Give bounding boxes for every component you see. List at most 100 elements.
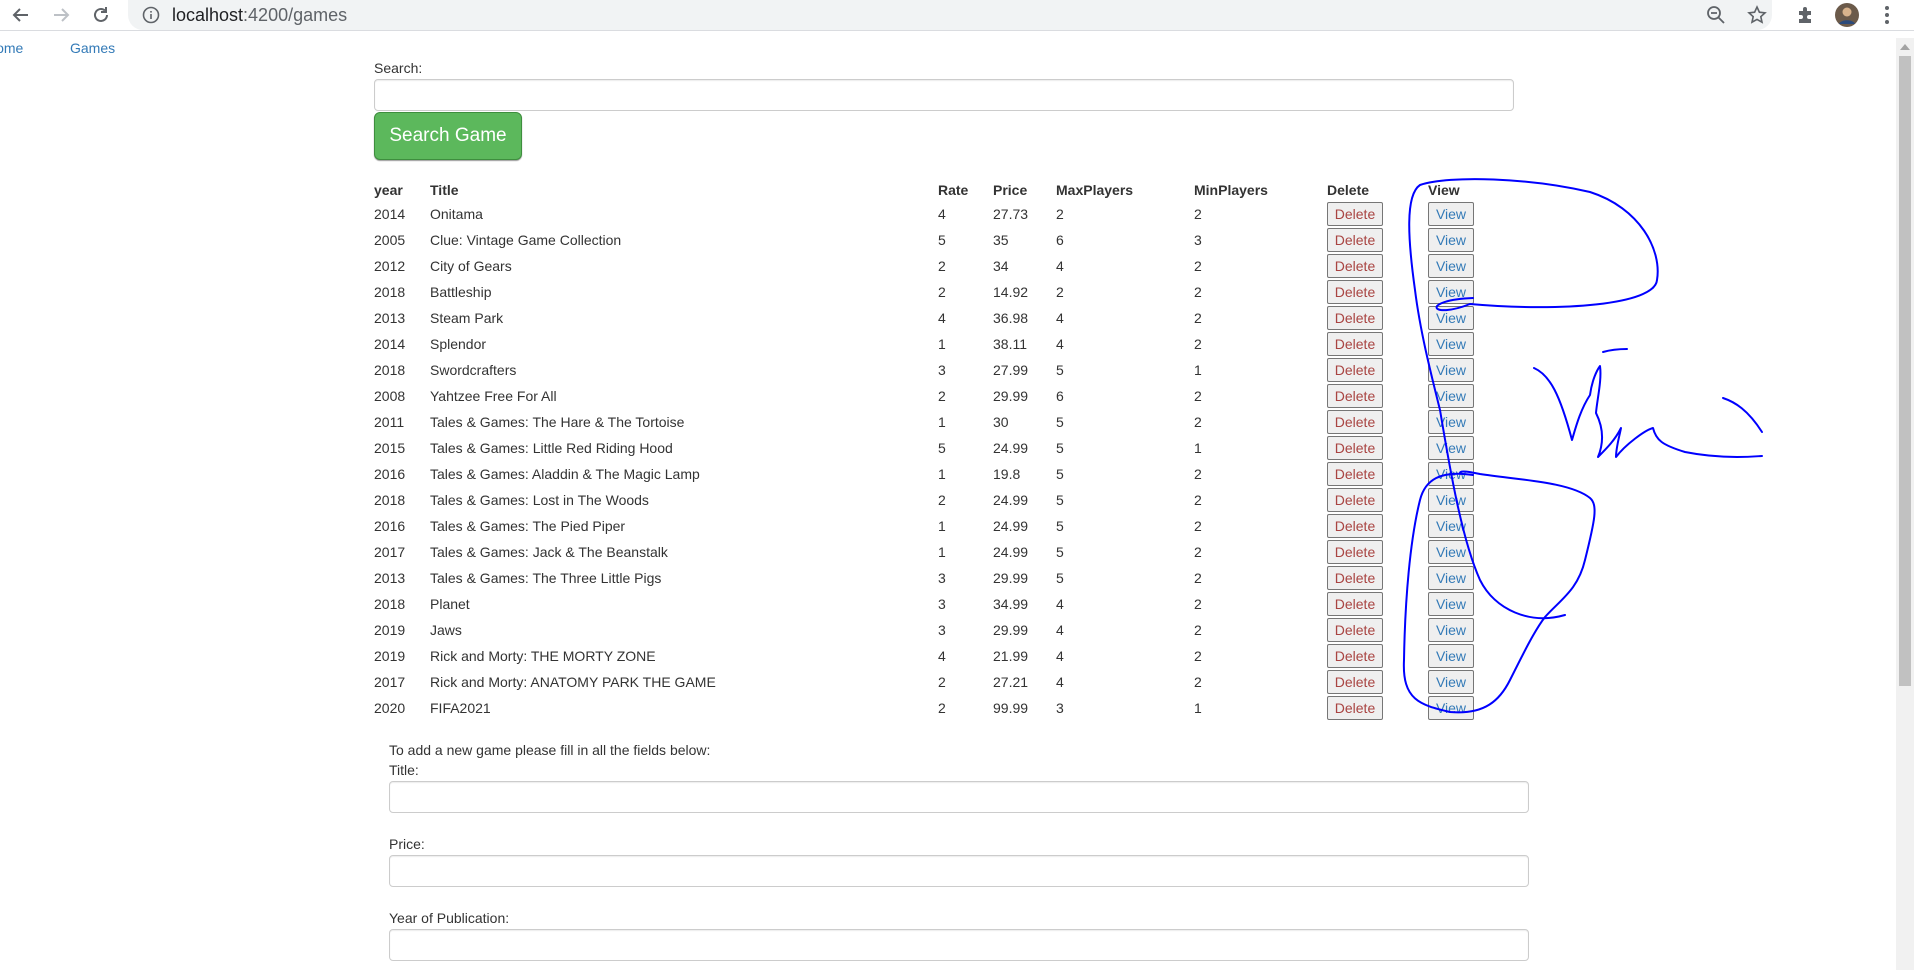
address-bar[interactable] [128,0,1772,30]
view-button[interactable]: View [1428,592,1474,616]
delete-button[interactable]: Delete [1327,670,1383,694]
cell-year: 2005 [374,232,406,248]
back-arrow-icon[interactable] [8,2,34,28]
year-of-publication-input[interactable] [389,929,1529,961]
delete-button[interactable]: Delete [1327,410,1383,434]
cell-delete: Delete [1327,617,1428,643]
table-row: 2016 Tales & Games: The Pied Piper 1 24.99 5… [374,513,1488,539]
view-button[interactable]: View [1428,462,1474,486]
view-button[interactable]: View [1428,254,1474,278]
view-button[interactable]: View [1428,514,1474,538]
cell-delete: Delete [1327,539,1428,565]
delete-button[interactable]: Delete [1327,566,1383,590]
table-row: 2018 Tales & Games: Lost in The Woods 2 24.… [374,487,1488,513]
table-row: 2012 City of Gears 2 34 4 2 Delete View [374,253,1488,279]
cell-delete: Delete [1327,461,1428,487]
cell-view: View [1428,591,1488,617]
cell-delete: Delete [1327,669,1428,695]
view-button[interactable]: View [1428,280,1474,304]
view-button[interactable]: View [1428,202,1474,226]
cell-view: View [1428,565,1488,591]
view-button[interactable]: View [1428,332,1474,356]
delete-button[interactable]: Delete [1327,462,1383,486]
scroll-up-arrow-icon[interactable] [1900,44,1910,50]
extensions-puzzle-icon[interactable] [1792,2,1818,28]
delete-button[interactable]: Delete [1327,540,1383,564]
cell-price: 19.8 [993,466,1021,482]
cell-year: 2013 [374,570,406,586]
delete-button[interactable]: Delete [1327,592,1383,616]
cell-min-players: 2 [1194,544,1202,560]
scroll-thumb[interactable] [1899,56,1911,686]
kebab-menu-icon[interactable] [1874,2,1900,28]
view-button[interactable]: View [1428,670,1474,694]
view-button[interactable]: View [1428,696,1474,720]
cell-delete: Delete [1327,383,1428,409]
cell-rate: 3 [938,622,946,638]
cell-max-players: 4 [1056,258,1064,274]
delete-button[interactable]: Delete [1327,514,1383,538]
header-rate: Rate [938,182,969,198]
cell-price: 24.99 [993,492,1029,508]
cell-rate: 5 [938,232,946,248]
title-input[interactable] [389,781,1529,813]
cell-year: 2012 [374,258,406,274]
url-text[interactable]: localhost:4200/games [172,5,347,26]
info-icon[interactable] [142,6,160,29]
view-button[interactable]: View [1428,228,1474,252]
reload-icon[interactable] [88,2,114,28]
delete-button[interactable]: Delete [1327,254,1383,278]
view-button[interactable]: View [1428,566,1474,590]
view-button[interactable]: View [1428,618,1474,642]
delete-button[interactable]: Delete [1327,384,1383,408]
cell-title: City of Gears [430,258,512,274]
view-button[interactable]: View [1428,384,1474,408]
cell-delete: Delete [1327,305,1428,331]
cell-max-players: 2 [1056,206,1064,222]
cell-delete: Delete [1327,513,1428,539]
view-button[interactable]: View [1428,358,1474,382]
ink-stroke-signature [1533,365,1763,458]
delete-button[interactable]: Delete [1327,228,1383,252]
view-button[interactable]: View [1428,306,1474,330]
delete-button[interactable]: Delete [1327,306,1383,330]
cell-view: View [1428,305,1488,331]
delete-button[interactable]: Delete [1327,202,1383,226]
delete-button[interactable]: Delete [1327,696,1383,720]
view-button[interactable]: View [1428,488,1474,512]
cell-price: 21.99 [993,648,1029,664]
vertical-scrollbar[interactable] [1896,38,1914,970]
delete-button[interactable]: Delete [1327,618,1383,642]
cell-rate: 2 [938,492,946,508]
delete-button[interactable]: Delete [1327,280,1383,304]
view-button[interactable]: View [1428,540,1474,564]
nav-home-link[interactable]: Home [0,40,23,56]
cell-price: 14.92 [993,284,1029,300]
search-input[interactable] [374,79,1514,111]
cell-min-players: 2 [1194,518,1202,534]
nav-games-link[interactable]: Games [70,40,115,56]
cell-view: View [1428,513,1488,539]
cell-title: Rick and Morty: THE MORTY ZONE [430,648,656,664]
cell-delete: Delete [1327,253,1428,279]
profile-avatar[interactable] [1834,2,1860,28]
view-button[interactable]: View [1428,644,1474,668]
delete-button[interactable]: Delete [1327,488,1383,512]
delete-button[interactable]: Delete [1327,436,1383,460]
cell-year: 2015 [374,440,406,456]
cell-delete: Delete [1327,565,1428,591]
bookmark-star-icon[interactable] [1744,2,1770,28]
price-input[interactable] [389,855,1529,887]
zoom-icon[interactable] [1703,2,1729,28]
cell-title: Steam Park [430,310,504,326]
cell-rate: 1 [938,544,946,560]
delete-button[interactable]: Delete [1327,644,1383,668]
view-button[interactable]: View [1428,410,1474,434]
delete-button[interactable]: Delete [1327,332,1383,356]
search-game-button[interactable]: Search Game [374,112,522,160]
cell-price: 38.11 [993,336,1027,352]
delete-button[interactable]: Delete [1327,358,1383,382]
view-button[interactable]: View [1428,436,1474,460]
forward-arrow-icon[interactable] [48,2,74,28]
cell-rate: 1 [938,336,946,352]
